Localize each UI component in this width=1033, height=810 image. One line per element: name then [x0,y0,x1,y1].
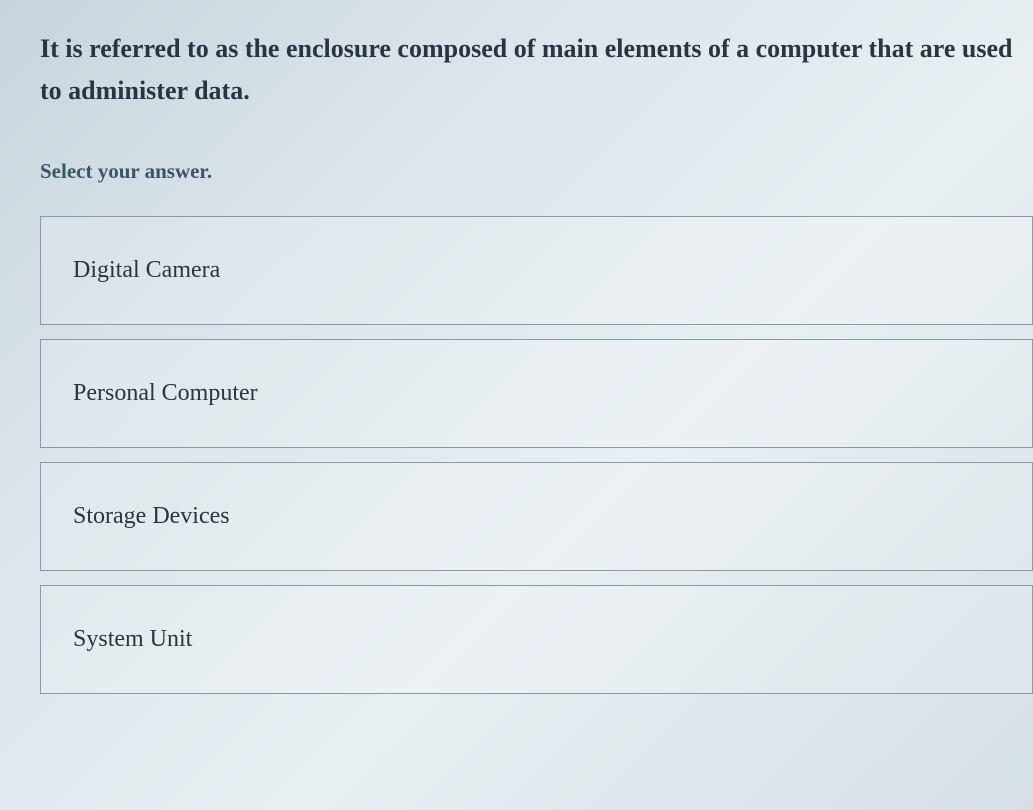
option-digital-camera[interactable]: Digital Camera [40,216,1033,325]
option-personal-computer[interactable]: Personal Computer [40,339,1033,448]
select-prompt: Select your answer. [40,159,1033,184]
options-list: Digital Camera Personal Computer Storage… [40,216,1033,694]
question-text: It is referred to as the enclosure compo… [40,28,1033,111]
option-storage-devices[interactable]: Storage Devices [40,462,1033,571]
option-system-unit[interactable]: System Unit [40,585,1033,694]
